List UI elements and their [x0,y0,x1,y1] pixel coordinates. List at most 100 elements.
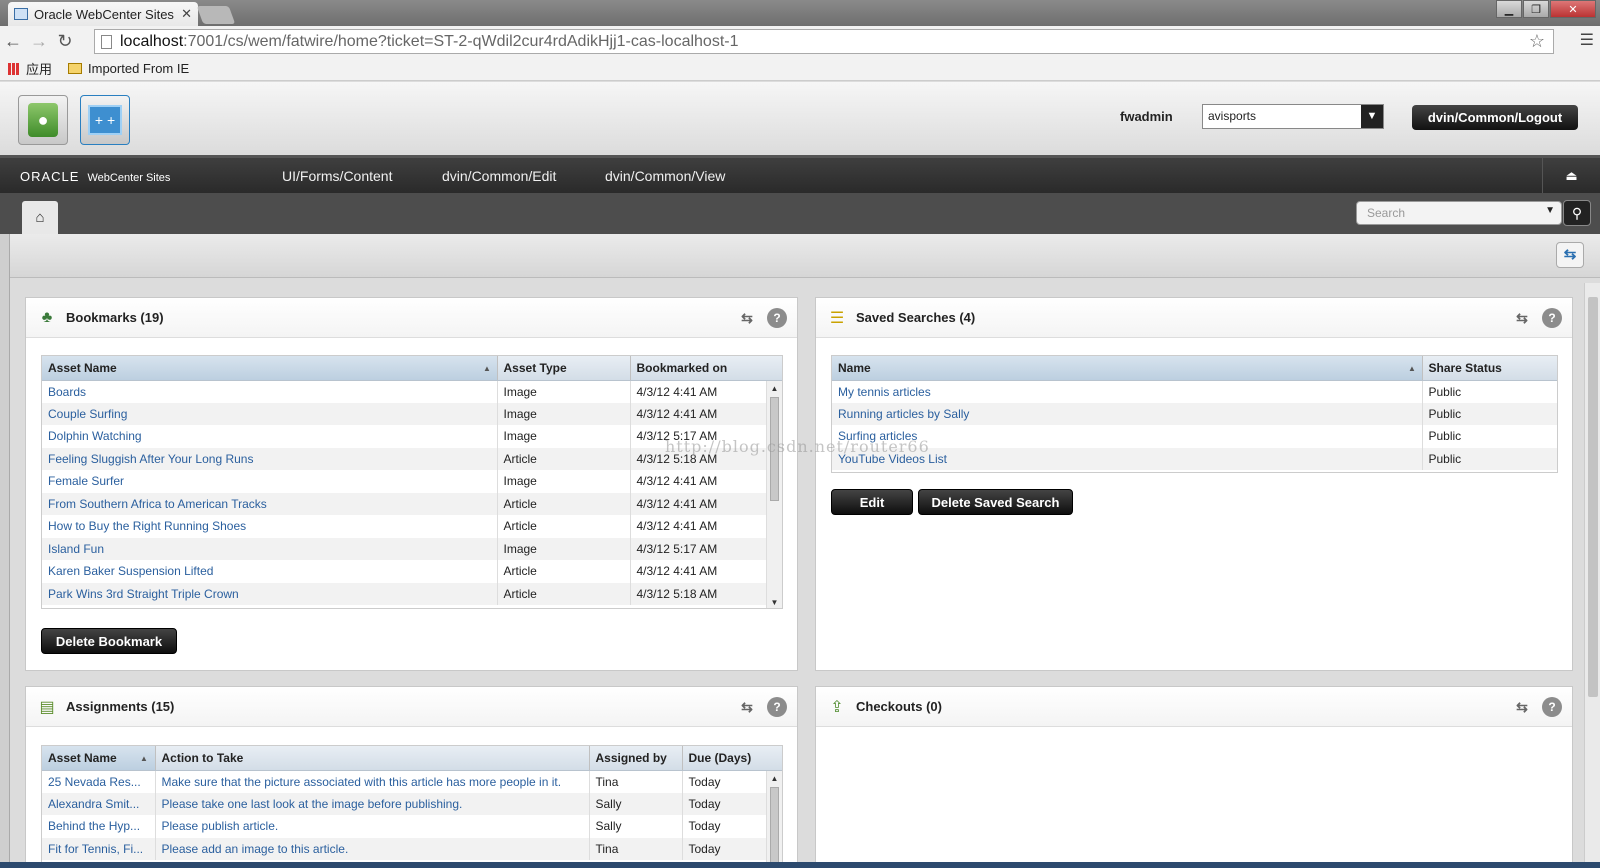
column-header[interactable]: Name [832,356,1423,381]
refresh-icon[interactable]: ⇆ [1512,308,1532,328]
column-header[interactable]: Action to Take [155,746,590,771]
help-icon[interactable]: ? [1542,308,1562,328]
asset-link[interactable]: Couple Surfing [42,402,498,425]
page-scroll-thumb[interactable] [1588,297,1598,697]
asset-link[interactable]: Fit for Tennis, Fi... [42,837,156,860]
reload-icon[interactable]: ↻ [52,31,78,52]
asset-link[interactable]: Alexandra Smit... [42,792,156,815]
asset-link[interactable]: Island Fun [42,537,498,560]
table-row[interactable]: YouTube Videos List Public [832,447,1557,470]
asset-link[interactable]: Park Wins 3rd Straight Triple Crown [42,582,498,605]
column-header[interactable]: Asset Name [42,746,156,771]
bookmarks-header: ♣ Bookmarks (19) ⇆ ? [26,298,797,338]
table-row[interactable]: My tennis articles Public [832,380,1557,403]
table-cell: Public [1422,425,1557,448]
apps-link[interactable]: 应用 [26,59,52,78]
table-row[interactable]: Boards Image 4/3/12 4:41 AM [42,380,782,403]
table-row[interactable]: Surfing articles Public [832,425,1557,448]
edit-button[interactable]: Edit [831,489,913,515]
page-icon [101,34,112,49]
os-taskbar [0,862,1600,868]
table-row[interactable]: Running articles by Sally Public [832,402,1557,425]
asset-link[interactable]: Feeling Sluggish After Your Long Runs [42,447,498,470]
forward-icon[interactable]: → [26,31,52,52]
asset-link[interactable]: Dolphin Watching [42,425,498,448]
asset-link[interactable]: How to Buy the Right Running Shoes [42,515,498,538]
asset-link[interactable]: Behind the Hyp... [42,815,156,838]
left-splitter[interactable] [0,234,10,868]
address-bar[interactable]: localhost:7001/cs/wem/fatwire/home?ticke… [94,29,1554,54]
bookmarks-grid: Asset Name Asset Type Bookmarked on Boar… [41,355,783,609]
search-icon[interactable]: ⚲ [1563,200,1591,226]
scroll-up-icon[interactable]: ▲ [767,384,782,393]
scroll-down-icon[interactable]: ▼ [767,598,782,607]
asset-link[interactable]: 25 Nevada Res... [42,770,156,793]
maximize-icon[interactable]: ❐ [1523,0,1549,18]
minimize-icon[interactable]: ▁ [1496,0,1522,18]
nav-item-edit[interactable]: dvin/Common/Edit [442,168,556,184]
apps-icon[interactable] [8,62,20,75]
help-icon[interactable]: ? [767,697,787,717]
close-window-icon[interactable]: ✕ [1550,0,1596,18]
site-select[interactable]: avisports ▼ [1202,104,1384,129]
bookmarks-scrollbar[interactable]: ▲ ▼ [766,381,782,608]
asset-link[interactable]: Please add an image to this article. [155,837,590,860]
asset-link[interactable]: Running articles by Sally [832,402,1423,425]
column-header[interactable]: Asset Type [497,356,631,381]
column-header[interactable]: Due (Days) [682,746,782,771]
column-header[interactable]: Bookmarked on [630,356,782,381]
asset-link[interactable]: My tennis articles [832,380,1423,403]
scroll-up-icon[interactable]: ▲ [767,774,782,783]
refresh-icon[interactable]: ⇆ [1512,697,1532,717]
help-icon[interactable]: ? [1542,697,1562,717]
help-icon[interactable]: ? [767,308,787,328]
asset-link[interactable]: Karen Baker Suspension Lifted [42,560,498,583]
assignments-scrollbar[interactable]: ▲ [766,771,782,868]
column-header[interactable]: Assigned by [589,746,683,771]
table-row[interactable]: Alexandra Smit... Please take one last lo… [42,792,782,815]
column-header[interactable]: Asset Name [42,356,498,381]
asset-link[interactable]: Female Surfer [42,470,498,493]
close-tab-icon[interactable]: ✕ [181,6,192,22]
checkout-tray-icon: ⇪ [830,698,844,716]
admin-app-button[interactable]: ● [18,95,68,145]
assignments-scroll-thumb[interactable] [770,787,779,867]
nav-item-view[interactable]: dvin/Common/View [605,168,725,184]
search-dropdown-icon[interactable]: ▼ [1545,205,1555,216]
table-row[interactable]: From Southern Africa to American Tracks A… [42,492,782,515]
table-row[interactable]: Park Wins 3rd Straight Triple Crown Artic… [42,582,782,605]
table-row[interactable]: Karen Baker Suspension Lifted Article 4/3/… [42,560,782,583]
contributor-app-button[interactable]: + + [80,95,130,145]
collapse-icon[interactable]: ⏏ [1542,158,1600,193]
bookmark-star-icon[interactable]: ☆ [1529,31,1545,52]
table-row[interactable]: Behind the Hyp... Please publish article.… [42,815,782,838]
refresh-all-icon[interactable]: ⇆ [1556,242,1584,268]
table-row[interactable]: Island Fun Image 4/3/12 5:17 AM [42,537,782,560]
asset-link[interactable]: Make sure that the picture associated wi… [155,770,590,793]
column-header[interactable]: Share Status [1422,356,1557,381]
chevron-down-icon[interactable]: ▼ [1361,105,1383,128]
nav-item-content[interactable]: UI/Forms/Content [282,168,392,184]
table-row[interactable]: Female Surfer Image 4/3/12 4:41 AM [42,470,782,493]
search-input[interactable]: Search ▼ [1356,201,1562,225]
table-row[interactable]: Couple Surfing Image 4/3/12 4:41 AM [42,402,782,425]
home-tab-icon[interactable]: ⌂ [22,201,58,234]
asset-link[interactable]: Please take one last look at the image b… [155,792,590,815]
new-tab-button[interactable] [196,6,236,24]
page-scrollbar[interactable] [1584,283,1600,868]
back-icon[interactable]: ← [0,31,26,52]
browser-tab[interactable]: Oracle WebCenter Sites ✕ [8,2,198,26]
table-row[interactable]: 25 Nevada Res... Make sure that the pictu… [42,770,782,793]
asset-link[interactable]: From Southern Africa to American Tracks [42,492,498,515]
table-row[interactable]: How to Buy the Right Running Shoes Articl… [42,515,782,538]
imported-folder-link[interactable]: Imported From IE [88,61,189,76]
browser-menu-icon[interactable]: ☰ [1580,30,1594,50]
refresh-icon[interactable]: ⇆ [737,697,757,717]
logout-button[interactable]: dvin/Common/Logout [1412,105,1578,130]
table-row[interactable]: Fit for Tennis, Fi... Please add an image… [42,837,782,860]
delete-bookmark-button[interactable]: Delete Bookmark [41,628,177,654]
asset-link[interactable]: Boards [42,380,498,403]
asset-link[interactable]: Please publish article. [155,815,590,838]
refresh-icon[interactable]: ⇆ [737,308,757,328]
delete-saved-search-button[interactable]: Delete Saved Search [918,489,1073,515]
